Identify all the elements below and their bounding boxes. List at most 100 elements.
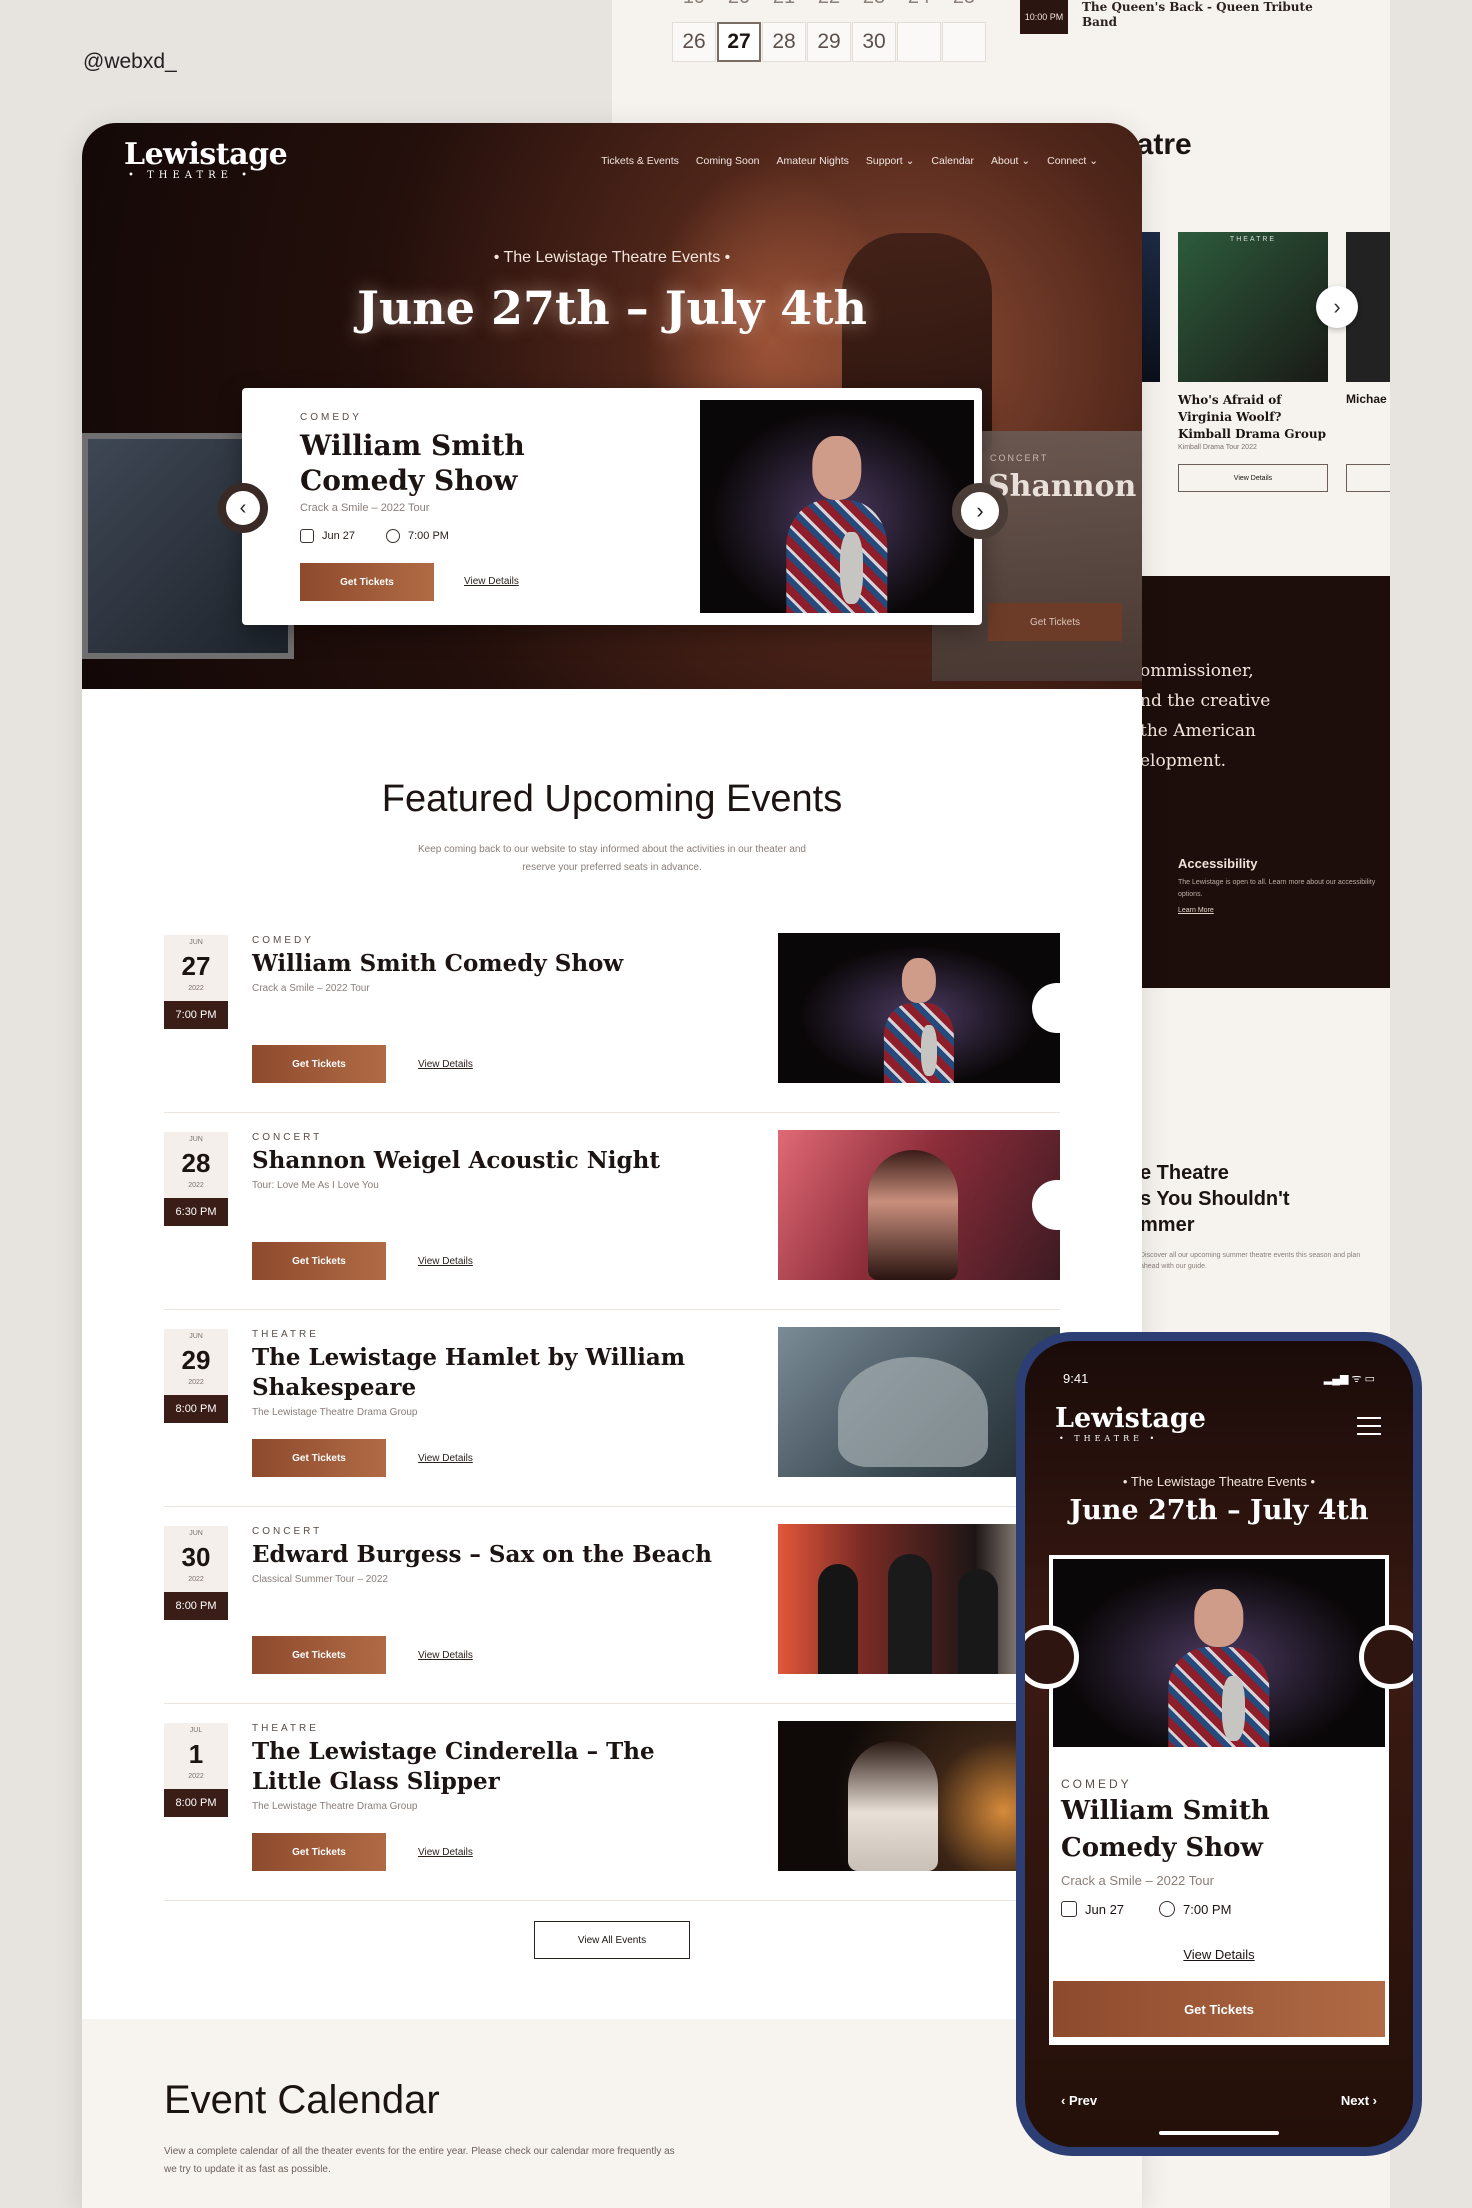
accessibility-link[interactable]: Learn More: [1178, 907, 1378, 914]
singer-figure: [868, 1150, 958, 1280]
performer-figure: [1154, 1575, 1284, 1747]
nav-support[interactable]: Support ⌄: [866, 155, 915, 167]
nav-amateur-nights[interactable]: Amateur Nights: [777, 155, 849, 167]
event-category: COMEDY: [1061, 1777, 1132, 1791]
nav-tickets-events[interactable]: Tickets & Events: [601, 155, 679, 167]
calendar-day-selected[interactable]: 27: [717, 22, 761, 62]
calendar-day[interactable]: 30: [852, 22, 896, 62]
event-date-text: Jun 27: [1085, 1901, 1125, 1917]
view-details-link[interactable]: View Details: [418, 1256, 473, 1267]
chevron-right-icon[interactable]: ›: [952, 483, 1008, 539]
status-bar: 9:41 ▂▄▆ ᯤ ▭: [1063, 1371, 1375, 1386]
accessibility-block: Accessibility The Lewistage is open to a…: [1178, 856, 1378, 914]
view-details-link[interactable]: View Details: [418, 1650, 473, 1661]
view-details-link[interactable]: View Details: [418, 1847, 473, 1858]
date-year: 2022: [188, 1773, 204, 1780]
nav-calendar[interactable]: Calendar: [931, 155, 974, 167]
next-slide-title: Shannon Weigel Acoustic Night: [988, 469, 1142, 504]
get-tickets-button[interactable]: Get Tickets: [252, 1242, 386, 1280]
get-tickets-button[interactable]: Get Tickets: [1053, 1981, 1385, 2037]
get-tickets-button[interactable]: Get Tickets: [300, 563, 434, 601]
background-article: e Theatre s You Shouldn't mmer Discover …: [1140, 1160, 1370, 1272]
event-title: The Queen's Back - Queen Tribute Band: [1082, 0, 1313, 29]
view-all-events-button[interactable]: View All Events: [534, 1921, 690, 1959]
calendar-day[interactable]: 28: [762, 22, 806, 62]
event-category: CONCERT: [252, 1132, 323, 1143]
event-title: William Smith Comedy Show: [300, 429, 525, 497]
musician-figure: [888, 1554, 932, 1674]
event-row: JUN 29 2022 8:00 PM THEATRE The Lewistag…: [164, 1327, 1060, 1507]
next-slide-get-tickets[interactable]: Get Tickets: [988, 603, 1122, 641]
nav-connect[interactable]: Connect ⌄: [1047, 155, 1098, 167]
phone-mockup: 9:41 ▂▄▆ ᯤ ▭ Lewistage • THEATRE • • The…: [1016, 1332, 1422, 2156]
calendar-day-empty: [942, 22, 986, 62]
event-title[interactable]: William Smith Comedy Show: [252, 949, 712, 979]
calendar-day[interactable]: 26: [672, 22, 716, 62]
calendar-top-day: 20: [717, 0, 761, 8]
nav-about[interactable]: About ⌄: [991, 155, 1030, 167]
event-date-badge: JUL 1 2022 8:00 PM: [164, 1723, 228, 1817]
date-month: JUN: [189, 1333, 203, 1340]
date-month: JUN: [189, 1136, 203, 1143]
background-event-item[interactable]: 10:00 PM The Queen's Back - Queen Tribut…: [1020, 0, 1360, 36]
featured-section-title: Featured Upcoming Events: [381, 778, 843, 820]
event-row: JUL 1 2022 8:00 PM THEATRE The Lewistage…: [164, 1721, 1060, 1901]
ticket-notch: [1032, 983, 1060, 1033]
nav-coming-soon[interactable]: Coming Soon: [696, 155, 760, 167]
chevron-right-icon[interactable]: ›: [1316, 286, 1358, 328]
date-year: 2022: [188, 1576, 204, 1583]
hamburger-menu-icon[interactable]: [1357, 1417, 1381, 1441]
event-subtitle: The Lewistage Theatre Drama Group: [252, 1407, 418, 1418]
next-button[interactable]: Next ›: [1341, 2093, 1377, 2108]
event-subtitle: The Lewistage Theatre Drama Group: [252, 1801, 418, 1812]
site-logo[interactable]: Lewistage • THEATRE •: [124, 137, 288, 181]
view-details-button[interactable]: [1346, 464, 1390, 492]
background-card-subtitle: Kimball Drama Tour 2022: [1178, 444, 1257, 451]
event-title[interactable]: The Lewistage Hamlet by William Shakespe…: [252, 1343, 712, 1403]
event-title: William Smith Comedy Show: [1061, 1796, 1270, 1863]
date-time: 8:00 PM: [164, 1395, 228, 1423]
get-tickets-button[interactable]: Get Tickets: [252, 1636, 386, 1674]
chevron-left-icon[interactable]: ‹: [218, 483, 268, 533]
date-day: 1: [188, 1739, 204, 1769]
prev-button[interactable]: ‹ Prev: [1061, 2093, 1097, 2108]
event-date-badge: JUN 27 2022 7:00 PM: [164, 935, 228, 1029]
background-card-title: Who's Afraid of Virginia Woolf? Kimball …: [1178, 393, 1326, 441]
event-time: 7:00 PM: [1159, 1901, 1231, 1917]
view-details-link[interactable]: View Details: [1049, 1947, 1389, 1962]
event-title[interactable]: Edward Burgess – Sax on the Beach: [252, 1540, 712, 1570]
event-title[interactable]: Shannon Weigel Acoustic Night: [252, 1146, 712, 1176]
event-category: COMEDY: [300, 412, 362, 423]
event-date: Jun 27: [1061, 1901, 1124, 1917]
event-photo: [700, 400, 974, 613]
event-title[interactable]: The Lewistage Cinderella – The Little Gl…: [252, 1737, 712, 1797]
view-details-link[interactable]: View Details: [418, 1059, 473, 1070]
get-tickets-button[interactable]: Get Tickets: [252, 1833, 386, 1871]
date-day: 27: [181, 951, 211, 981]
event-row: JUN 28 2022 6:30 PM CONCERT Shannon Weig…: [164, 1130, 1060, 1310]
date-day: 28: [181, 1148, 211, 1178]
calendar-day[interactable]: 29: [807, 22, 851, 62]
calendar-icon: [1061, 1901, 1077, 1917]
calendar-icon: [300, 529, 314, 543]
calendar-top-day: 25: [942, 0, 986, 8]
performer-figure: [874, 947, 964, 1083]
featured-section-subtitle: Keep coming back to our website to stay …: [418, 844, 806, 873]
get-tickets-button[interactable]: Get Tickets: [252, 1439, 386, 1477]
phone-screen: 9:41 ▂▄▆ ᯤ ▭ Lewistage • THEATRE • • The…: [1025, 1341, 1413, 2147]
event-date-text: Jun 27: [322, 530, 356, 542]
get-tickets-button[interactable]: Get Tickets: [252, 1045, 386, 1083]
view-details-link[interactable]: View Details: [418, 1453, 473, 1464]
view-details-button[interactable]: View Details: [1178, 464, 1328, 492]
site-logo[interactable]: Lewistage • THEATRE •: [1055, 1403, 1206, 1443]
view-details-link[interactable]: View Details: [464, 576, 519, 587]
performer-figure: [772, 420, 902, 613]
event-time-text: 7:00 PM: [1183, 1901, 1232, 1917]
clock-icon: [386, 529, 400, 543]
desktop-page: Lewistage • THEATRE • Tickets & Events C…: [82, 123, 1142, 2208]
musician-figure: [818, 1564, 858, 1674]
calendar-day-empty: [897, 22, 941, 62]
logo-name: Lewistage: [124, 137, 288, 172]
event-category: THEATRE: [252, 1329, 319, 1340]
logo-name: Lewistage: [1055, 1403, 1206, 1434]
